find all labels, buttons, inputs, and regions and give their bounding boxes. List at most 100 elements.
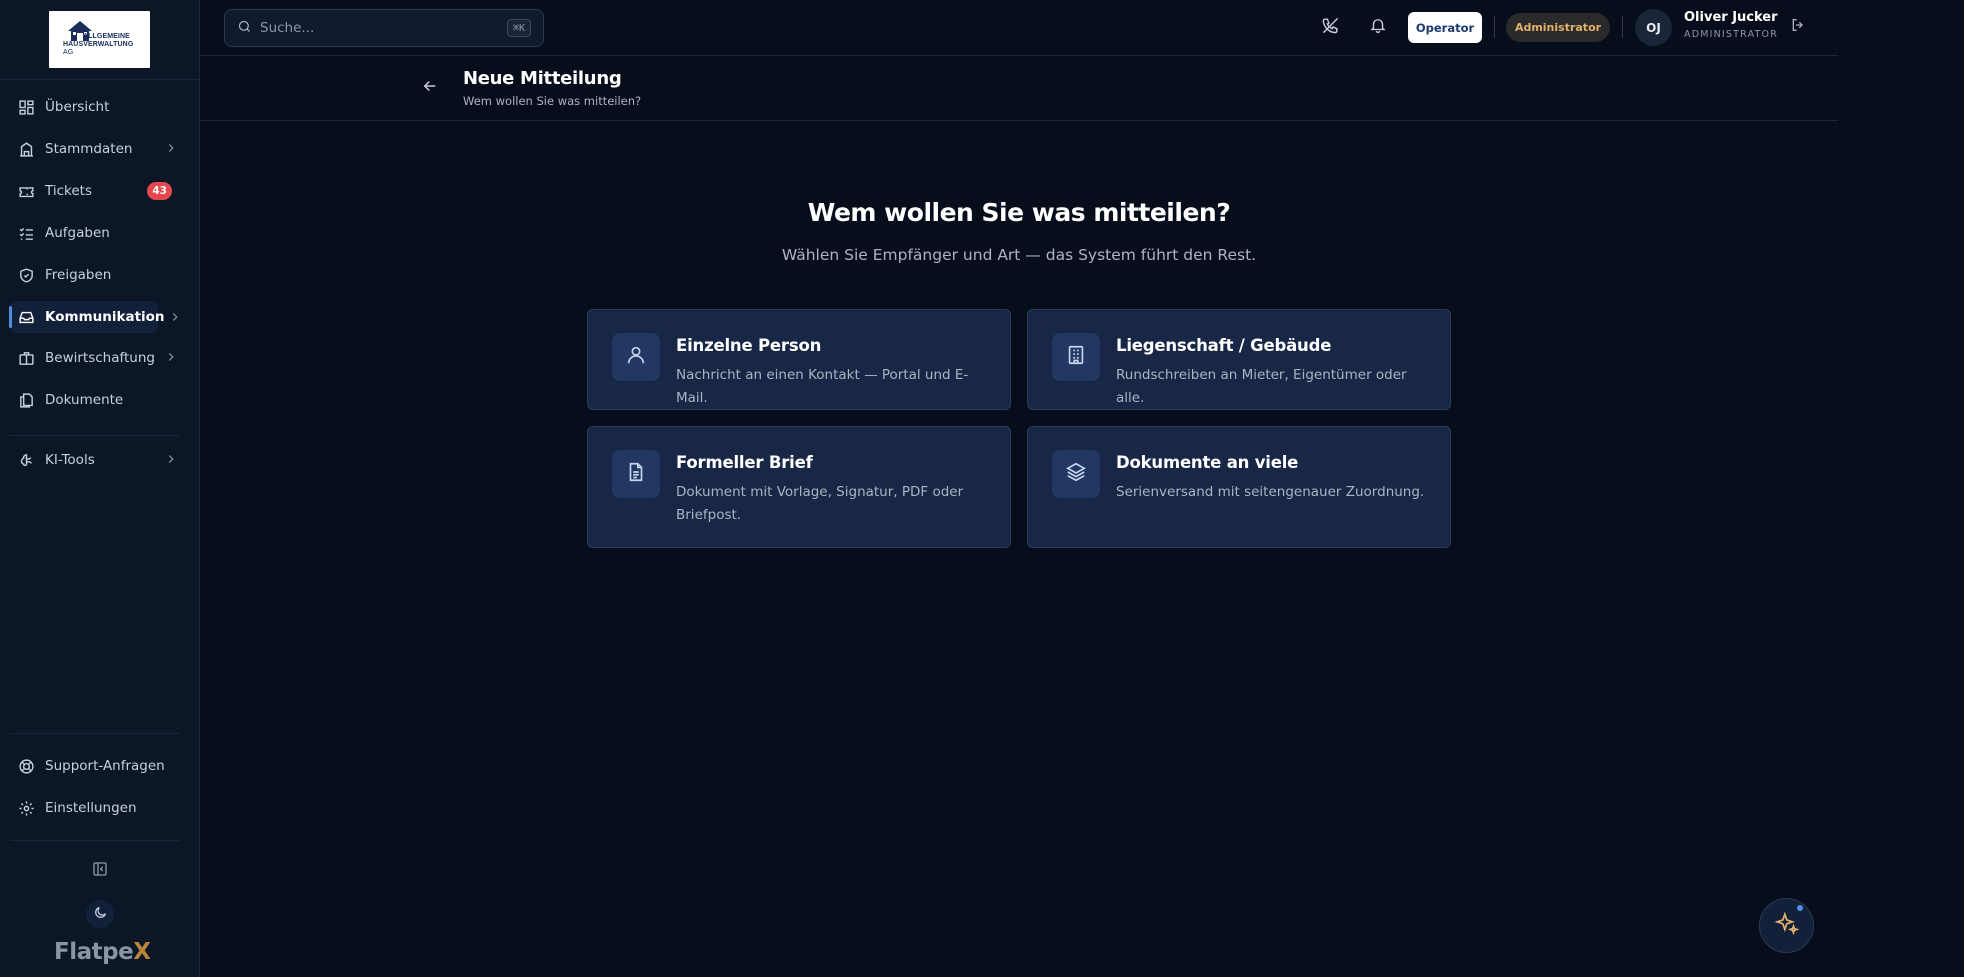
option-card-formeller-brief[interactable]: Formeller Brief Dokument mit Vorlage, Si… — [587, 426, 1011, 548]
inbox-icon — [18, 309, 35, 326]
chevron-right-icon — [164, 350, 178, 368]
building-icon — [18, 141, 35, 158]
sidebar-item-aufgaben[interactable]: Aufgaben — [10, 217, 190, 249]
lifebuoy-icon — [18, 758, 35, 775]
sparkles-icon — [1774, 911, 1800, 941]
shield-check-icon — [18, 267, 35, 284]
logo-text-line3: AG — [63, 49, 74, 56]
sidebar-divider — [10, 840, 180, 841]
user-role: ADMINISTRATOR — [1684, 29, 1779, 40]
brand-accent: X — [133, 939, 151, 965]
sidebar-item-kommunikation[interactable]: Kommunikation — [9, 301, 165, 333]
sidebar-item-label: Stammdaten — [45, 141, 133, 157]
option-card-einzelne-person[interactable]: Einzelne Person Nachricht an einen Konta… — [587, 309, 1011, 410]
layers-icon — [1065, 461, 1087, 487]
phone-off-button[interactable] — [1318, 15, 1342, 39]
card-description: Dokument mit Vorlage, Signatur, PDF oder… — [676, 484, 964, 523]
card-description: Nachricht an einen Kontakt — Portal und … — [676, 367, 969, 406]
sidebar-item-label: Dokumente — [45, 392, 124, 408]
search-box[interactable]: ⌘K — [224, 9, 544, 47]
user-icon — [625, 344, 647, 370]
topbar-divider — [1622, 16, 1623, 38]
brand-logo: FlatpeX — [54, 939, 151, 965]
sidebar-item-label: Tickets — [45, 183, 92, 199]
notifications-button[interactable] — [1366, 15, 1390, 39]
sidebar-item-stammdaten[interactable]: Stammdaten — [10, 133, 190, 165]
sidebar-collapse-icon — [92, 861, 108, 881]
top-bar: ⌘K Operator Administrator OJ Oliver Juck… — [200, 0, 1838, 56]
briefcase-icon — [18, 350, 35, 367]
user-name: Oliver Jucker — [1684, 10, 1778, 25]
phone-off-icon — [1321, 16, 1340, 39]
collapse-sidebar-button[interactable] — [86, 857, 114, 885]
page-subtitle: Wem wollen Sie was mitteilen? — [463, 94, 642, 108]
moon-icon — [93, 905, 108, 924]
hero-title: Wem wollen Sie was mitteilen? — [807, 198, 1231, 227]
back-button[interactable] — [418, 76, 442, 100]
chevron-right-icon — [168, 309, 182, 328]
sidebar-item-uebersicht[interactable]: Übersicht — [10, 91, 190, 123]
notification-dot — [1797, 905, 1803, 911]
search-icon — [237, 19, 252, 38]
sidebar-item-ki-tools[interactable]: KI-Tools — [10, 444, 190, 476]
sidebar-item-label: Freigaben — [45, 267, 112, 283]
chevron-right-icon — [164, 452, 178, 470]
topbar-divider — [1494, 16, 1495, 38]
sidebar-item-label: Kommunikation — [45, 309, 165, 325]
operator-button[interactable]: Operator — [1408, 12, 1482, 43]
card-title: Einzelne Person — [676, 336, 822, 355]
sidebar-item-freigaben[interactable]: Freigaben — [10, 259, 190, 291]
sidebar: ALLGEMEINE HAUSVERWALTUNG AG Übersicht S… — [0, 0, 200, 977]
sidebar-item-support[interactable]: Support-Anfragen — [10, 750, 190, 782]
ai-assistant-button[interactable] — [1759, 898, 1814, 953]
dashboard-icon — [18, 99, 35, 116]
card-icon-box — [612, 450, 660, 498]
brain-icon — [18, 452, 35, 469]
arrow-left-icon — [421, 77, 439, 99]
sidebar-item-tickets[interactable]: Tickets 43 — [10, 175, 190, 207]
sidebar-item-einstellungen[interactable]: Einstellungen — [10, 792, 190, 824]
sidebar-item-bewirtschaftung[interactable]: Bewirtschaftung — [10, 342, 190, 374]
card-title: Dokumente an viele — [1116, 453, 1299, 472]
sidebar-divider — [10, 733, 180, 734]
option-card-liegenschaft[interactable]: Liegenschaft / Gebäude Rundschreiben an … — [1027, 309, 1451, 410]
search-shortcut-hint: ⌘K — [506, 19, 531, 37]
card-description: Serienversand mit seitengenauer Zuordnun… — [1116, 484, 1425, 500]
ticket-icon — [18, 183, 35, 200]
sidebar-item-label: Aufgaben — [45, 225, 110, 241]
company-logo[interactable]: ALLGEMEINE HAUSVERWALTUNG AG — [49, 11, 150, 68]
chevron-right-icon — [164, 141, 178, 159]
card-icon-box — [1052, 333, 1100, 381]
role-badge[interactable]: Administrator — [1506, 13, 1610, 42]
bell-icon — [1369, 16, 1387, 38]
card-title: Formeller Brief — [676, 453, 813, 472]
logo-text-line2: HAUSVERWALTUNG — [63, 41, 134, 48]
sidebar-item-label: KI-Tools — [45, 452, 95, 468]
sidebar-item-label: Übersicht — [45, 99, 110, 115]
page-header: Neue Mitteilung Wem wollen Sie was mitte… — [200, 56, 1838, 121]
card-description: Rundschreiben an Mieter, Eigentümer oder… — [1116, 367, 1407, 406]
gear-icon — [18, 800, 35, 817]
page-title: Neue Mitteilung — [463, 68, 622, 89]
avatar[interactable]: OJ — [1635, 9, 1672, 46]
logo-text-line1: ALLGEMEINE — [83, 33, 130, 40]
sidebar-divider — [10, 435, 180, 436]
logo-area: ALLGEMEINE HAUSVERWALTUNG AG — [0, 0, 199, 80]
logout-button[interactable] — [1786, 15, 1810, 39]
sidebar-item-dokumente[interactable]: Dokumente — [10, 384, 190, 416]
building-icon — [1065, 344, 1087, 370]
hero-subtitle: Wählen Sie Empfänger und Art — das Syste… — [781, 246, 1257, 264]
option-card-dokumente-an-viele[interactable]: Dokumente an viele Serienversand mit sei… — [1027, 426, 1451, 548]
brand-name: Flatpe — [54, 939, 134, 965]
checklist-icon — [18, 225, 35, 242]
tickets-count-badge: 43 — [147, 182, 172, 200]
sidebar-item-label: Support-Anfragen — [45, 758, 165, 774]
theme-toggle-button[interactable] — [86, 900, 114, 928]
files-icon — [18, 392, 35, 409]
document-icon — [625, 461, 647, 487]
card-title: Liegenschaft / Gebäude — [1116, 336, 1332, 355]
sidebar-item-label: Einstellungen — [45, 800, 137, 816]
search-input[interactable] — [260, 20, 480, 36]
card-icon-box — [612, 333, 660, 381]
card-icon-box — [1052, 450, 1100, 498]
